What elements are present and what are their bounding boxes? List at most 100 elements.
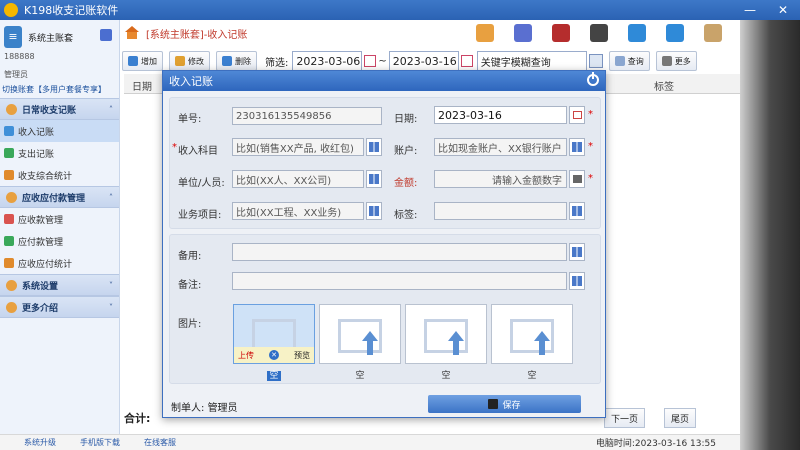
range-separator: ~ xyxy=(378,55,387,67)
sidebar-item-summary[interactable]: 收支综合统计 xyxy=(0,164,119,186)
group-more[interactable]: 更多介绍 ˅ xyxy=(0,296,119,318)
query-button[interactable]: 查询 xyxy=(608,51,650,71)
dialog-header: 收入记账 xyxy=(163,71,605,91)
more-label: 更多 xyxy=(674,56,691,66)
date-field[interactable]: 2023-03-16 xyxy=(434,106,567,124)
image-slot-2[interactable] xyxy=(319,304,401,364)
copy-icon[interactable] xyxy=(514,24,532,42)
grid-glyph-icon xyxy=(572,276,582,286)
add-icon xyxy=(128,56,138,66)
account-switch-icon[interactable] xyxy=(100,29,112,41)
switch-account-link[interactable]: 切换账套【多用户套餐专享】 xyxy=(0,82,119,98)
remove-image-icon[interactable]: ✕ xyxy=(269,350,279,360)
online-support-link[interactable]: 在线客服 xyxy=(144,437,176,448)
group-receivables[interactable]: 应收应付款管理 ˄ xyxy=(0,186,119,208)
window-title: K198收支记账软件 xyxy=(24,4,119,17)
search-input[interactable]: 关键字模糊查询 xyxy=(476,51,587,71)
upgrade-link[interactable]: 系统升级 xyxy=(24,437,56,448)
image-caption-1: 空 xyxy=(233,368,315,381)
order-no-field[interactable]: 230316135549856 xyxy=(232,107,382,125)
calculator-icon[interactable] xyxy=(590,24,608,42)
calendar-picker-icon[interactable] xyxy=(569,106,585,124)
settings-icon xyxy=(6,279,17,291)
account-label: 账户: xyxy=(394,146,418,157)
expense-icon xyxy=(4,148,14,158)
required-mark: * xyxy=(588,141,593,152)
maker-label: 制单人: xyxy=(171,403,205,414)
user-settings-icon[interactable] xyxy=(666,24,684,42)
calendar-icon[interactable] xyxy=(460,55,473,67)
delete-label: 删除 xyxy=(235,56,251,66)
tag-input[interactable] xyxy=(434,202,567,220)
upload-arrow-stem xyxy=(453,341,459,355)
calendar-icon[interactable] xyxy=(364,55,377,67)
list-picker-icon[interactable] xyxy=(569,272,585,290)
search-icon xyxy=(614,56,625,66)
upload-arrow-icon xyxy=(448,331,464,341)
grid-glyph-icon xyxy=(369,142,379,152)
close-icon[interactable]: ✕ xyxy=(778,3,788,17)
sidebar-item-payable[interactable]: 应付款管理 xyxy=(0,230,119,252)
account-input[interactable]: 比如现金账户、XX银行账户 xyxy=(434,138,567,156)
preview-link[interactable]: 预览 xyxy=(294,350,310,361)
list-picker-icon[interactable] xyxy=(569,243,585,261)
home-shortcut-icon[interactable] xyxy=(476,24,494,42)
backup-input[interactable] xyxy=(232,243,567,261)
sidebar-item-ar-stats[interactable]: 应收应付统计 xyxy=(0,252,119,274)
action-toolbar: 增加 修改 删除 筛选: 2023-03-06 ~ 2023-03-16 关键字… xyxy=(122,50,740,72)
sidebar-item-label: 应收款管理 xyxy=(18,215,64,226)
mobile-download-link[interactable]: 手机版下载 xyxy=(80,437,120,448)
next-page-button[interactable]: 下一页 xyxy=(604,408,646,428)
caption-text: 空 xyxy=(267,371,281,381)
maker-info: 制单人: 管理员 xyxy=(171,399,238,414)
edit-button[interactable]: 修改 xyxy=(169,51,210,71)
sidebar-item-income[interactable]: 收入记账 xyxy=(0,120,119,142)
sidebar-item-expense[interactable]: 支出记账 xyxy=(0,142,119,164)
payable-icon xyxy=(4,236,14,246)
grid-glyph-icon xyxy=(572,206,582,216)
image-slot-1[interactable]: 上传 ✕ 预览 xyxy=(233,304,315,364)
upload-link[interactable]: 上传 xyxy=(238,350,254,361)
list-picker-icon[interactable] xyxy=(569,138,585,156)
delete-icon xyxy=(222,56,232,66)
group-daily-bookkeeping[interactable]: 日常收支记账 ˄ xyxy=(0,98,119,120)
image-slot-3[interactable] xyxy=(405,304,487,364)
grid-glyph-icon xyxy=(572,142,582,152)
group-settings[interactable]: 系统设置 ˅ xyxy=(0,274,119,296)
total-label: 合计: xyxy=(124,412,151,425)
add-button[interactable]: 增加 xyxy=(122,51,163,71)
home-icon[interactable] xyxy=(124,26,140,40)
unit-label: 单位/人员: xyxy=(178,178,225,189)
unit-input[interactable]: 比如(XX人、XX公司) xyxy=(232,170,364,188)
calculator-picker-icon[interactable] xyxy=(569,170,585,188)
date-from-input[interactable]: 2023-03-06 xyxy=(292,51,363,71)
group-label: 更多介绍 xyxy=(22,303,59,314)
amount-input[interactable]: 请输入金额数字 xyxy=(434,170,567,188)
required-mark: * xyxy=(588,109,593,120)
image-caption-4: 空 xyxy=(527,371,537,381)
power-icon[interactable] xyxy=(587,72,599,86)
users-icon[interactable] xyxy=(628,24,646,42)
save-button[interactable]: 保存 xyxy=(428,395,581,413)
list-picker-icon[interactable] xyxy=(366,202,382,220)
income-subject-input[interactable]: 比如(销售XX产品, 收红包) xyxy=(232,138,364,156)
column-date: 日期 xyxy=(132,82,152,93)
delete-button[interactable]: 删除 xyxy=(216,51,257,71)
vip-icon[interactable] xyxy=(552,24,570,42)
upload-arrow-icon xyxy=(534,331,550,341)
minimize-icon[interactable]: — xyxy=(744,3,756,17)
last-page-button[interactable]: 尾页 xyxy=(664,408,697,428)
list-picker-icon[interactable] xyxy=(569,202,585,220)
date-to-input[interactable]: 2023-03-16 xyxy=(388,51,459,71)
sidebar-item-receivable[interactable]: 应收款管理 xyxy=(0,208,119,230)
profile-icon[interactable] xyxy=(704,24,722,42)
image-slot-4[interactable] xyxy=(491,304,573,364)
list-picker-icon[interactable] xyxy=(366,138,382,156)
list-picker-icon[interactable] xyxy=(366,170,382,188)
project-input[interactable]: 比如(XX工程、XX业务) xyxy=(232,202,364,220)
user-role: 管理员 xyxy=(4,70,28,79)
expand-icon: ˅ xyxy=(109,280,113,290)
note-input[interactable] xyxy=(232,272,567,290)
dropdown-icon[interactable] xyxy=(588,54,603,68)
more-button[interactable]: 更多 xyxy=(655,51,697,71)
